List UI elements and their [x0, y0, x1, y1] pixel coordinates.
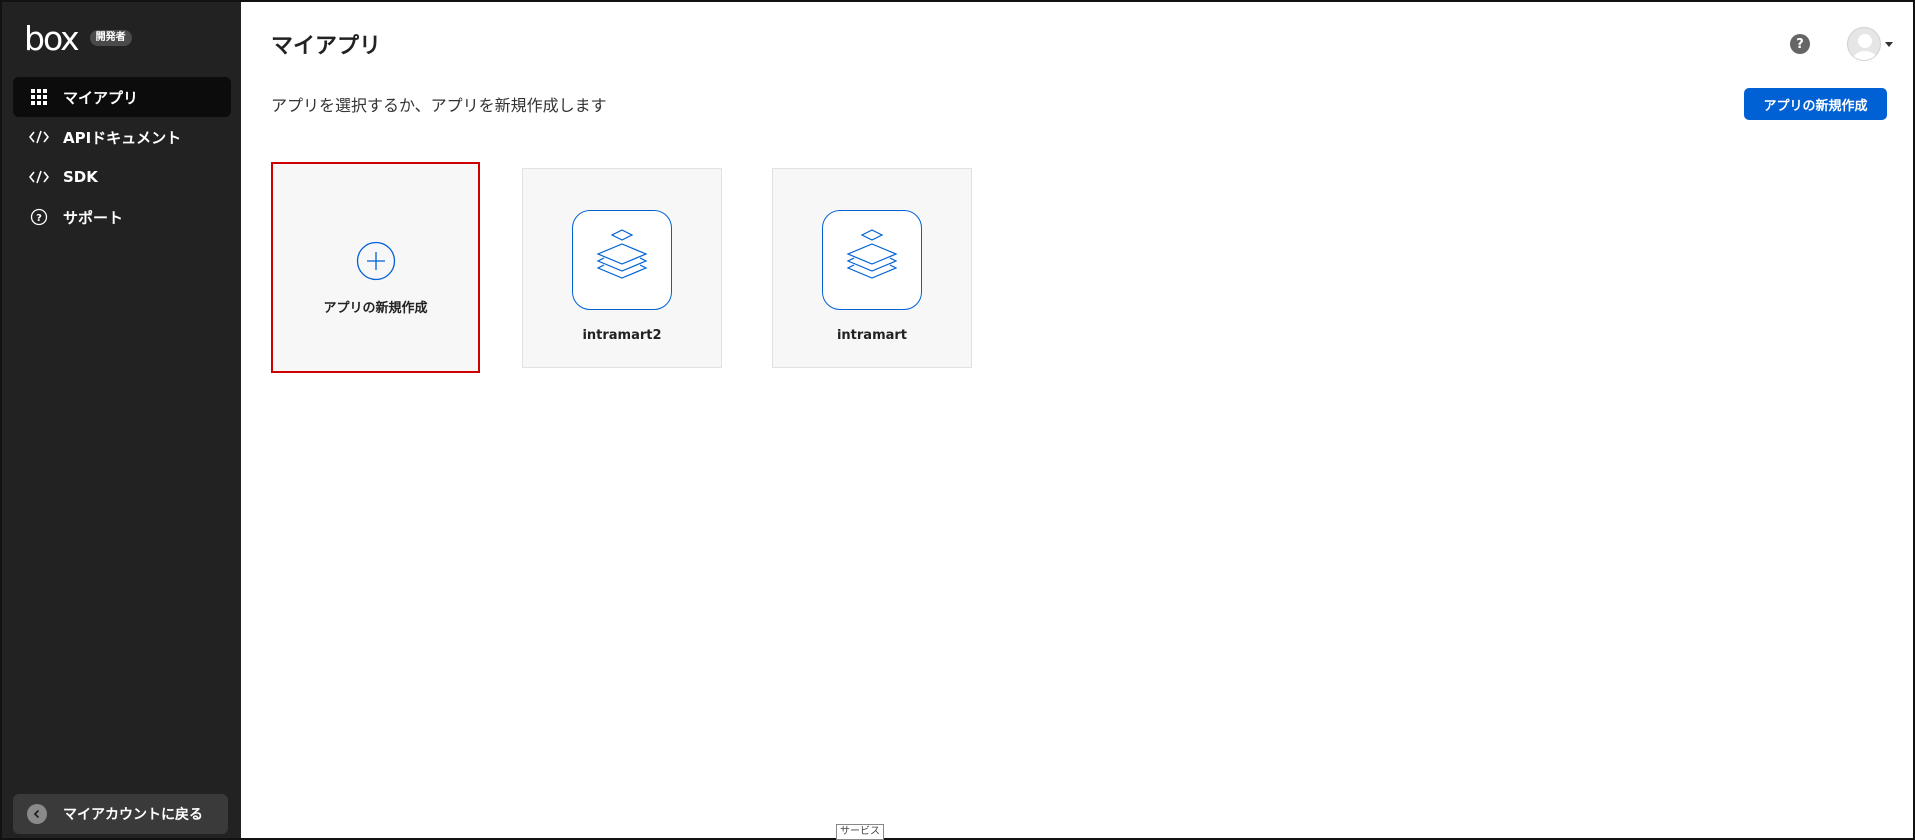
app-card-intramart[interactable]: intramart — [772, 168, 972, 368]
service-tag: サービス — [836, 824, 884, 840]
sidebar-item-sdk[interactable]: SDK — [13, 157, 231, 197]
main-content: マイアプリ アプリを選択するか、アプリを新規作成します ? アプリの新規作成 ア… — [241, 2, 1913, 838]
layers-icon — [846, 229, 898, 279]
plus-circle-icon — [356, 241, 396, 285]
app-name: intramart2 — [582, 328, 662, 343]
chevron-down-icon — [1885, 41, 1893, 47]
help-icon[interactable]: ? — [1790, 34, 1810, 54]
sidebar-item-support[interactable]: ? サポート — [13, 197, 231, 237]
grid-icon — [27, 87, 51, 107]
user-icon — [1853, 34, 1877, 60]
page-title: マイアプリ — [271, 34, 382, 59]
page-subtitle: アプリを選択するか、アプリを新規作成します — [271, 96, 607, 115]
sidebar-nav: マイアプリ APIドキュメント SDK ? サポート — [13, 77, 231, 237]
developer-badge: 開発者 — [89, 30, 132, 46]
app-name: intramart — [836, 328, 908, 343]
back-to-account-button[interactable]: マイアカウントに戻る — [13, 794, 228, 834]
app-tile — [822, 210, 922, 310]
sidebar: box 開発者 マイアプリ APIドキュメント SDK ? サポート マイアカウ… — [2, 2, 241, 838]
account-menu[interactable] — [1847, 27, 1893, 61]
help-circle-icon: ? — [27, 207, 51, 227]
new-app-card-label: アプリの新規作成 — [323, 301, 428, 316]
svg-text:?: ? — [36, 213, 42, 224]
sidebar-item-api-docs[interactable]: APIドキュメント — [13, 117, 231, 157]
back-label: マイアカウントに戻る — [63, 807, 203, 823]
brand: box 開発者 — [24, 20, 132, 56]
sidebar-item-label: サポート — [63, 208, 124, 227]
avatar[interactable] — [1847, 27, 1881, 61]
sidebar-item-my-apps[interactable]: マイアプリ — [13, 77, 231, 117]
sidebar-item-label: APIドキュメント — [63, 128, 182, 147]
code-icon — [27, 167, 51, 187]
create-app-button[interactable]: アプリの新規作成 — [1744, 88, 1887, 120]
app-card-intramart2[interactable]: intramart2 — [522, 168, 722, 368]
sidebar-item-label: SDK — [63, 168, 98, 186]
sidebar-item-label: マイアプリ — [63, 88, 139, 107]
box-logo[interactable]: box — [24, 22, 80, 55]
new-app-card[interactable]: アプリの新規作成 — [271, 162, 480, 373]
layers-icon — [596, 229, 648, 279]
code-icon — [27, 127, 51, 147]
app-tile — [572, 210, 672, 310]
chevron-left-icon — [27, 804, 47, 824]
